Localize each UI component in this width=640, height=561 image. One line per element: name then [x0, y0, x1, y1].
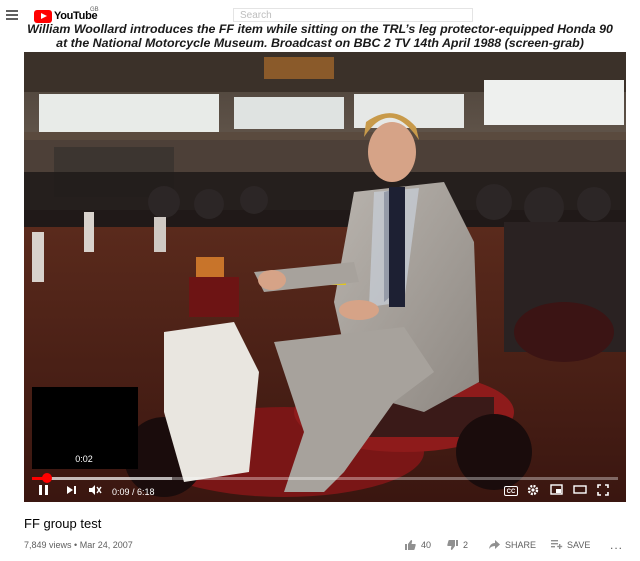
caption-line-1: William Woollard introduces the FF item …	[27, 22, 613, 36]
image-caption: William Woollard introduces the FF item …	[0, 22, 640, 50]
pause-icon[interactable]	[38, 484, 49, 499]
upload-date: Mar 24, 2007	[79, 540, 133, 550]
fullscreen-icon[interactable]	[597, 484, 609, 499]
share-arrow-icon	[489, 540, 500, 549]
progress-buffered	[32, 477, 172, 480]
player-controls: 0:09 / 6:18 CC	[24, 482, 626, 502]
share-label: SHARE	[505, 539, 537, 550]
time-display: 0:09 / 6:18	[112, 487, 155, 497]
thumbs-up-icon	[405, 540, 416, 550]
like-count: 40	[421, 540, 432, 550]
search-input[interactable]: Search	[233, 8, 473, 22]
dislike-count: 2	[463, 540, 469, 550]
caption-line-2: at the National Motorcycle Museum. Broad…	[56, 36, 584, 50]
theater-icon[interactable]	[573, 484, 587, 498]
next-icon[interactable]	[66, 484, 77, 499]
more-actions-icon[interactable]: ...	[610, 538, 623, 552]
youtube-logo[interactable]: YouTube	[34, 9, 98, 23]
miniplayer-icon[interactable]	[550, 484, 563, 498]
thumbs-down-icon	[447, 540, 458, 550]
settings-icon[interactable]	[527, 484, 539, 499]
like-button[interactable]: 40	[404, 539, 431, 551]
mute-icon[interactable]	[88, 484, 102, 499]
play-logo-icon	[34, 9, 52, 23]
video-player[interactable]: 0:02 0:09 / 6:18 CC	[24, 52, 626, 502]
dislike-button[interactable]: 2	[446, 539, 468, 551]
cc-icon[interactable]: CC	[504, 486, 518, 496]
share-button[interactable]: SHARE	[488, 539, 536, 550]
save-button[interactable]: SAVE	[550, 539, 590, 550]
hamburger-menu-icon[interactable]	[6, 10, 18, 20]
video-title: FF group test	[24, 516, 102, 531]
meta-separator: •	[74, 540, 78, 550]
save-label: SAVE	[567, 539, 591, 550]
seek-preview-time: 0:02	[66, 452, 102, 467]
logo-country-code: GB	[90, 7, 99, 13]
video-meta: 7,849 views • Mar 24, 2007	[24, 540, 133, 550]
view-count: 7,849 views	[24, 540, 72, 550]
playlist-add-icon	[551, 540, 563, 549]
